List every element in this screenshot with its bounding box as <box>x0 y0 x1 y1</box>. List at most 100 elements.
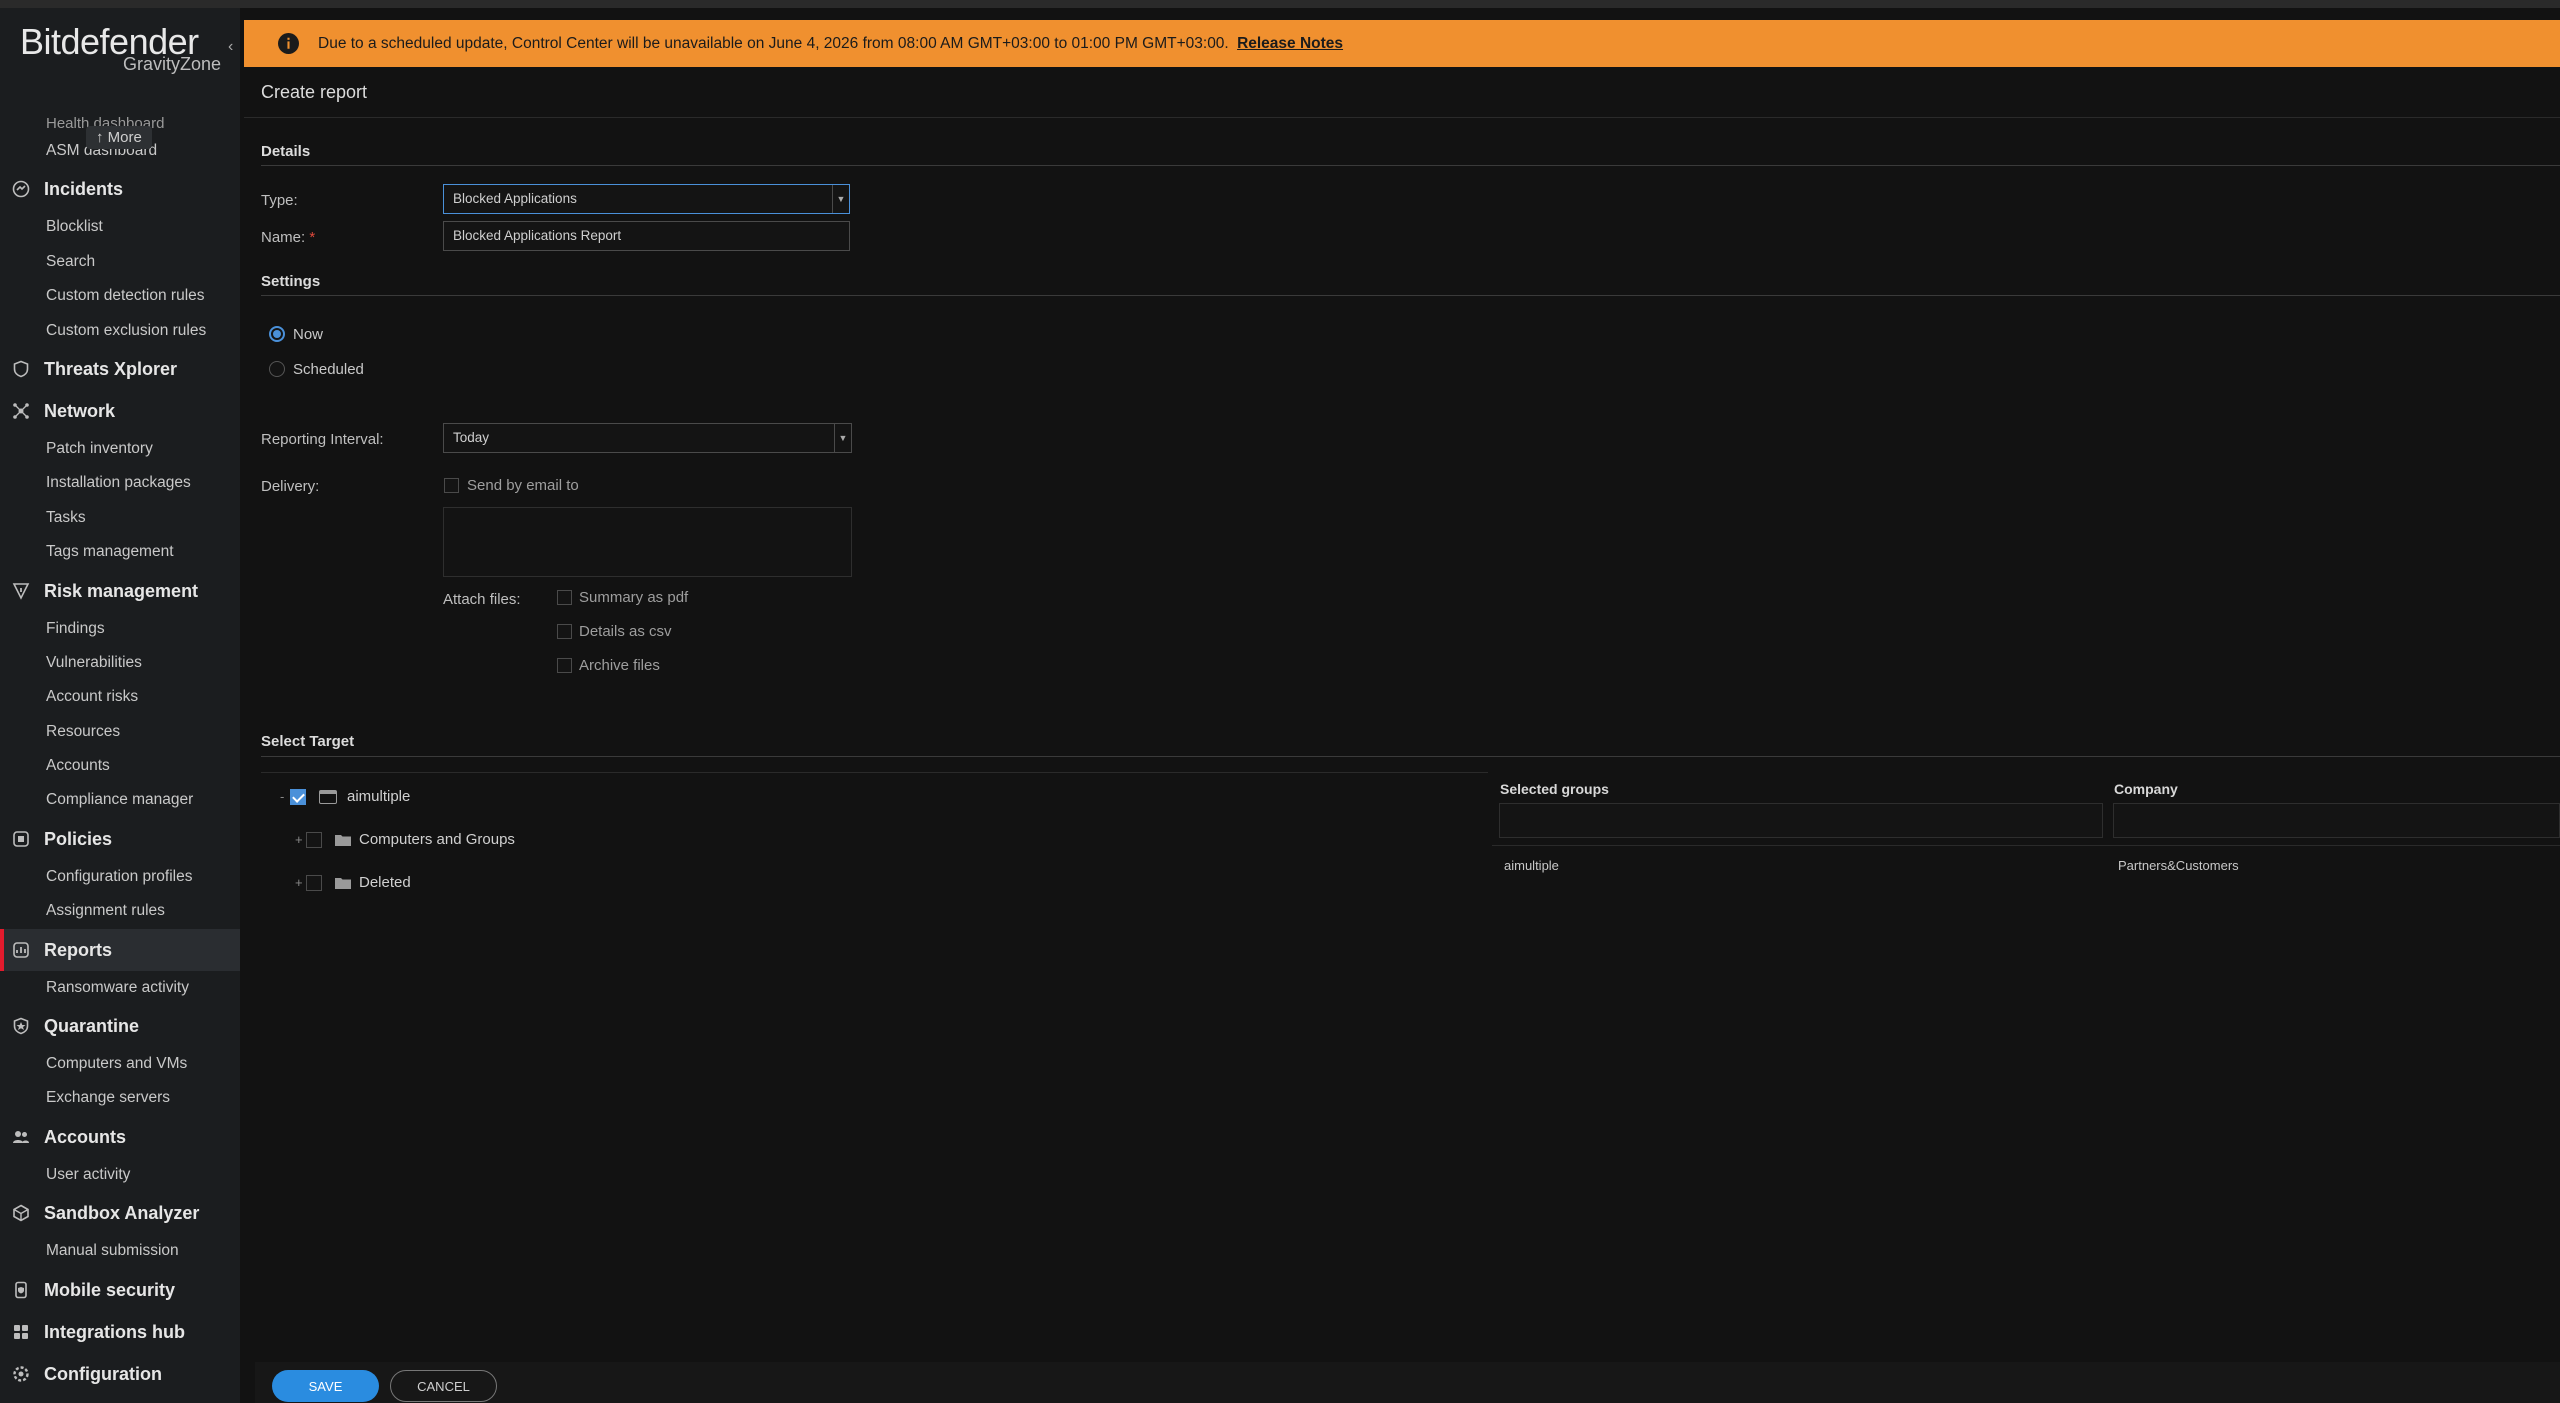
send-email-checkbox[interactable] <box>444 478 459 493</box>
sidebar-item-label: Manual submission <box>46 1242 179 1260</box>
sidebar-item-compliance-manager[interactable]: Compliance manager <box>0 783 240 817</box>
chevron-down-icon[interactable]: ▼ <box>834 424 851 452</box>
sidebar-section-mobile-security[interactable]: Mobile security <box>0 1269 240 1311</box>
sidebar-item-label: Computers and VMs <box>46 1055 188 1073</box>
sidebar-item-accounts[interactable]: Accounts <box>0 749 240 783</box>
company-icon <box>319 790 337 804</box>
sidebar-item-assignment-rules[interactable]: Assignment rules <box>0 894 240 928</box>
chevron-down-icon[interactable]: ▼ <box>832 185 849 213</box>
reports-icon <box>13 941 29 958</box>
section-settings: Settings <box>261 273 321 290</box>
release-notes-link[interactable]: Release Notes <box>1237 35 1343 52</box>
sidebar-section-sandbox-analyzer[interactable]: Sandbox Analyzer <box>0 1192 240 1234</box>
sidebar-item-installation-packages[interactable]: Installation packages <box>0 466 240 500</box>
sidebar-item-label: Tasks <box>46 508 86 526</box>
brand-product: GravityZone <box>123 54 222 74</box>
tree-collapse-toggle[interactable]: - <box>280 789 284 804</box>
sidebar-item-patch-inventory[interactable]: Patch inventory <box>0 432 240 466</box>
tree-expand-toggle[interactable]: + <box>295 875 303 890</box>
tree-checkbox-deleted[interactable] <box>306 875 322 891</box>
type-select[interactable]: Blocked Applications ▼ <box>443 184 850 214</box>
sidebar-item-blocklist[interactable]: Blocklist <box>0 210 240 244</box>
tree-checkbox-computers-and-groups[interactable] <box>306 832 322 848</box>
sidebar-item-exchange-servers[interactable]: Exchange servers <box>0 1081 240 1115</box>
reporting-interval-label: Reporting Interval: <box>261 431 384 448</box>
form-footer <box>255 1362 2560 1403</box>
sidebar-item-label: Accounts <box>46 757 110 775</box>
tree-node-computers-and-groups[interactable]: Computers and Groups <box>359 831 515 848</box>
sidebar-section-reports[interactable]: Reports <box>0 928 240 971</box>
sidebar: Bitdefender GravityZone ‹ Health dashboa… <box>0 8 240 1403</box>
accounts-icon <box>13 1130 29 1143</box>
details-csv-checkbox[interactable] <box>557 624 572 639</box>
save-button[interactable]: SAVE <box>272 1370 379 1402</box>
sidebar-section-incidents[interactable]: Incidents <box>0 168 240 210</box>
sidebar-item-computers-and-vms[interactable]: Computers and VMs <box>0 1047 240 1081</box>
maintenance-banner: Due to a scheduled update, Control Cente… <box>244 20 2560 67</box>
page-title: Create report <box>261 82 368 102</box>
sidebar-item-manual-submission[interactable]: Manual submission <box>0 1234 240 1268</box>
settings-divider <box>261 295 2560 296</box>
sidebar-item-tags-management[interactable]: Tags management <box>0 535 240 569</box>
info-icon <box>278 33 299 54</box>
sidebar-item-label: Configuration <box>44 1363 162 1384</box>
sidebar-item-ransomware-activity[interactable]: Ransomware activity <box>0 971 240 1005</box>
company-filter-input[interactable] <box>2113 803 2560 838</box>
cell-company: Partners&Customers <box>2118 858 2239 873</box>
sidebar-section-configuration[interactable]: Configuration <box>0 1353 240 1395</box>
selected-groups-filter-input[interactable] <box>1499 803 2103 838</box>
target-divider <box>261 756 2560 757</box>
send-email-label[interactable]: Send by email to <box>467 477 579 494</box>
summary-pdf-label[interactable]: Summary as pdf <box>579 589 688 606</box>
folder-icon <box>335 878 351 889</box>
sidebar-item-custom-exclusion-rules[interactable]: Custom exclusion rules <box>0 314 240 348</box>
sidebar-item-label: Assignment rules <box>46 902 165 920</box>
sidebar-section-policies[interactable]: Policies <box>0 818 240 860</box>
radio-now-label[interactable]: Now <box>293 326 323 343</box>
sidebar-section-integrations-hub[interactable]: Integrations hub <box>0 1311 240 1353</box>
risk-icon <box>12 582 30 600</box>
more-button[interactable]: ↑ More <box>86 126 152 149</box>
reporting-interval-value: Today <box>453 430 490 445</box>
incidents-icon <box>12 181 30 198</box>
details-csv-label[interactable]: Details as csv <box>579 623 672 640</box>
sidebar-section-risk-management[interactable]: Risk management <box>0 570 240 612</box>
sidebar-section-network[interactable]: Network <box>0 390 240 432</box>
sidebar-item-findings[interactable]: Findings <box>0 612 240 646</box>
radio-scheduled-label[interactable]: Scheduled <box>293 361 364 378</box>
column-selected-groups[interactable]: Selected groups <box>1500 781 1609 797</box>
sidebar-item-configuration-profiles[interactable]: Configuration profiles <box>0 860 240 894</box>
email-recipients-field[interactable] <box>443 507 852 577</box>
tree-checkbox-aimultiple[interactable] <box>290 789 306 805</box>
sidebar-item-resources[interactable]: Resources <box>0 715 240 749</box>
radio-scheduled[interactable] <box>269 361 285 377</box>
sidebar-section-accounts[interactable]: Accounts <box>0 1116 240 1158</box>
sidebar-item-label: Search <box>46 252 96 270</box>
sidebar-item-search[interactable]: Search <box>0 245 240 279</box>
sidebar-item-vulnerabilities[interactable]: Vulnerabilities <box>0 646 240 680</box>
summary-pdf-checkbox[interactable] <box>557 590 572 605</box>
column-company[interactable]: Company <box>2114 781 2178 797</box>
reporting-interval-select[interactable]: Today ▼ <box>443 423 852 453</box>
sidebar-item-tasks[interactable]: Tasks <box>0 501 240 535</box>
sidebar-item-user-activity[interactable]: User activity <box>0 1158 240 1192</box>
sidebar-section-threats-xplorer[interactable]: Threats Xplorer <box>0 348 240 390</box>
tree-node-deleted[interactable]: Deleted <box>359 874 411 891</box>
archive-files-checkbox[interactable] <box>557 658 572 673</box>
sidebar-item-custom-detection-rules[interactable]: Custom detection rules <box>0 279 240 313</box>
sidebar-item-label: Account risks <box>46 688 139 706</box>
sidebar-item-label: Exchange servers <box>46 1089 171 1107</box>
mobile-security-icon <box>15 1281 27 1298</box>
report-name-input[interactable]: Blocked Applications Report <box>443 221 850 251</box>
radio-now[interactable] <box>269 326 285 342</box>
sidebar-collapse-icon[interactable]: ‹ <box>228 38 240 60</box>
sidebar-section-quarantine[interactable]: Quarantine <box>0 1005 240 1047</box>
sidebar-item-label: Installation packages <box>46 474 191 492</box>
tree-node-aimultiple[interactable]: aimultiple <box>347 788 410 805</box>
sidebar-item-label: Sandbox Analyzer <box>44 1203 200 1224</box>
browser-top-strip <box>0 0 2560 8</box>
cancel-button[interactable]: CANCEL <box>390 1370 497 1402</box>
sidebar-item-account-risks[interactable]: Account risks <box>0 680 240 714</box>
tree-expand-toggle[interactable]: + <box>295 832 303 847</box>
archive-files-label[interactable]: Archive files <box>579 657 660 674</box>
